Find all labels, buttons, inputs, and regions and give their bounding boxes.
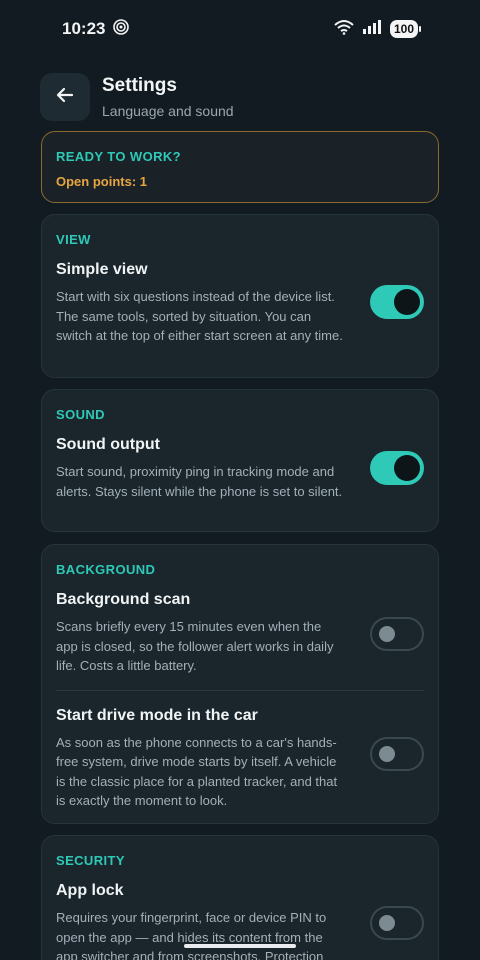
- toggle-knob: [379, 745, 395, 762]
- page-title: Settings: [102, 75, 177, 96]
- signal-icon: [362, 19, 382, 40]
- section-label-view: VIEW: [56, 232, 91, 247]
- sound-output-title: Sound output: [56, 436, 160, 453]
- page-subtitle: Language and sound: [102, 103, 234, 119]
- drive-mode-description: As soon as the phone connects to a car's…: [56, 734, 338, 809]
- section-label-security: SECURITY: [56, 853, 125, 868]
- app-lock-row[interactable]: App lock Requires your fingerprint, face…: [56, 882, 424, 960]
- section-label-background: BACKGROUND: [56, 562, 156, 577]
- background-scan-row[interactable]: Background scan Scans briefly every 15 m…: [56, 591, 424, 676]
- toggle-knob: [379, 915, 395, 931]
- battery-icon: 100: [389, 20, 422, 38]
- drive-mode-toggle[interactable]: [370, 736, 424, 771]
- header: Settings Language and sound: [40, 72, 440, 122]
- open-points-label: Open points: 1: [56, 174, 147, 189]
- toggle-knob: [379, 626, 395, 642]
- app-status-icon: [113, 18, 130, 40]
- security-card: SECURITY App lock Requires your fingerpr…: [41, 835, 439, 960]
- wifi-icon: [334, 19, 354, 40]
- back-button[interactable]: [40, 73, 90, 121]
- drive-mode-title: Start drive mode in the car: [56, 706, 258, 724]
- header-titles: Settings Language and sound: [102, 75, 234, 119]
- simple-view-toggle[interactable]: [370, 285, 424, 319]
- ready-title: READY TO WORK?: [56, 149, 182, 164]
- status-bar: 10:23 100: [0, 0, 480, 58]
- background-card: BACKGROUND Background scan Scans briefly…: [41, 544, 439, 824]
- background-scan-title: Background scan: [56, 591, 191, 608]
- sound-output-row[interactable]: Sound output Start sound, proximity ping…: [56, 436, 424, 501]
- sound-output-toggle[interactable]: [370, 451, 424, 485]
- toggle-knob: [394, 289, 420, 315]
- app-lock-description: Requires your fingerprint, face or devic…: [56, 910, 327, 960]
- status-left: 10:23: [62, 18, 130, 40]
- app-lock-title: App lock: [56, 882, 124, 899]
- sound-card: SOUND Sound output Start sound, proximit…: [41, 389, 439, 532]
- section-label-sound: SOUND: [56, 407, 105, 422]
- view-card: VIEW Simple view Start with six question…: [41, 214, 439, 378]
- simple-view-row[interactable]: Simple view Start with six questions ins…: [56, 261, 424, 346]
- status-right: 100: [334, 19, 422, 40]
- toggle-knob: [394, 455, 420, 481]
- divider: [56, 689, 424, 691]
- arrow-left-icon: [55, 85, 75, 110]
- sound-output-description: Start sound, proximity ping in tracking …: [56, 464, 343, 499]
- simple-view-description: Start with six questions instead of the …: [56, 289, 343, 343]
- simple-view-title: Simple view: [56, 261, 148, 278]
- app-lock-toggle[interactable]: [370, 906, 424, 940]
- status-time: 10:23: [62, 19, 106, 38]
- home-indicator[interactable]: [184, 944, 296, 948]
- ready-to-work-card[interactable]: READY TO WORK? Open points: 1: [41, 131, 439, 203]
- drive-mode-row[interactable]: Start drive mode in the car As soon as t…: [56, 707, 424, 811]
- background-scan-description: Scans briefly every 15 minutes even when…: [56, 619, 334, 673]
- background-scan-toggle[interactable]: [370, 617, 424, 651]
